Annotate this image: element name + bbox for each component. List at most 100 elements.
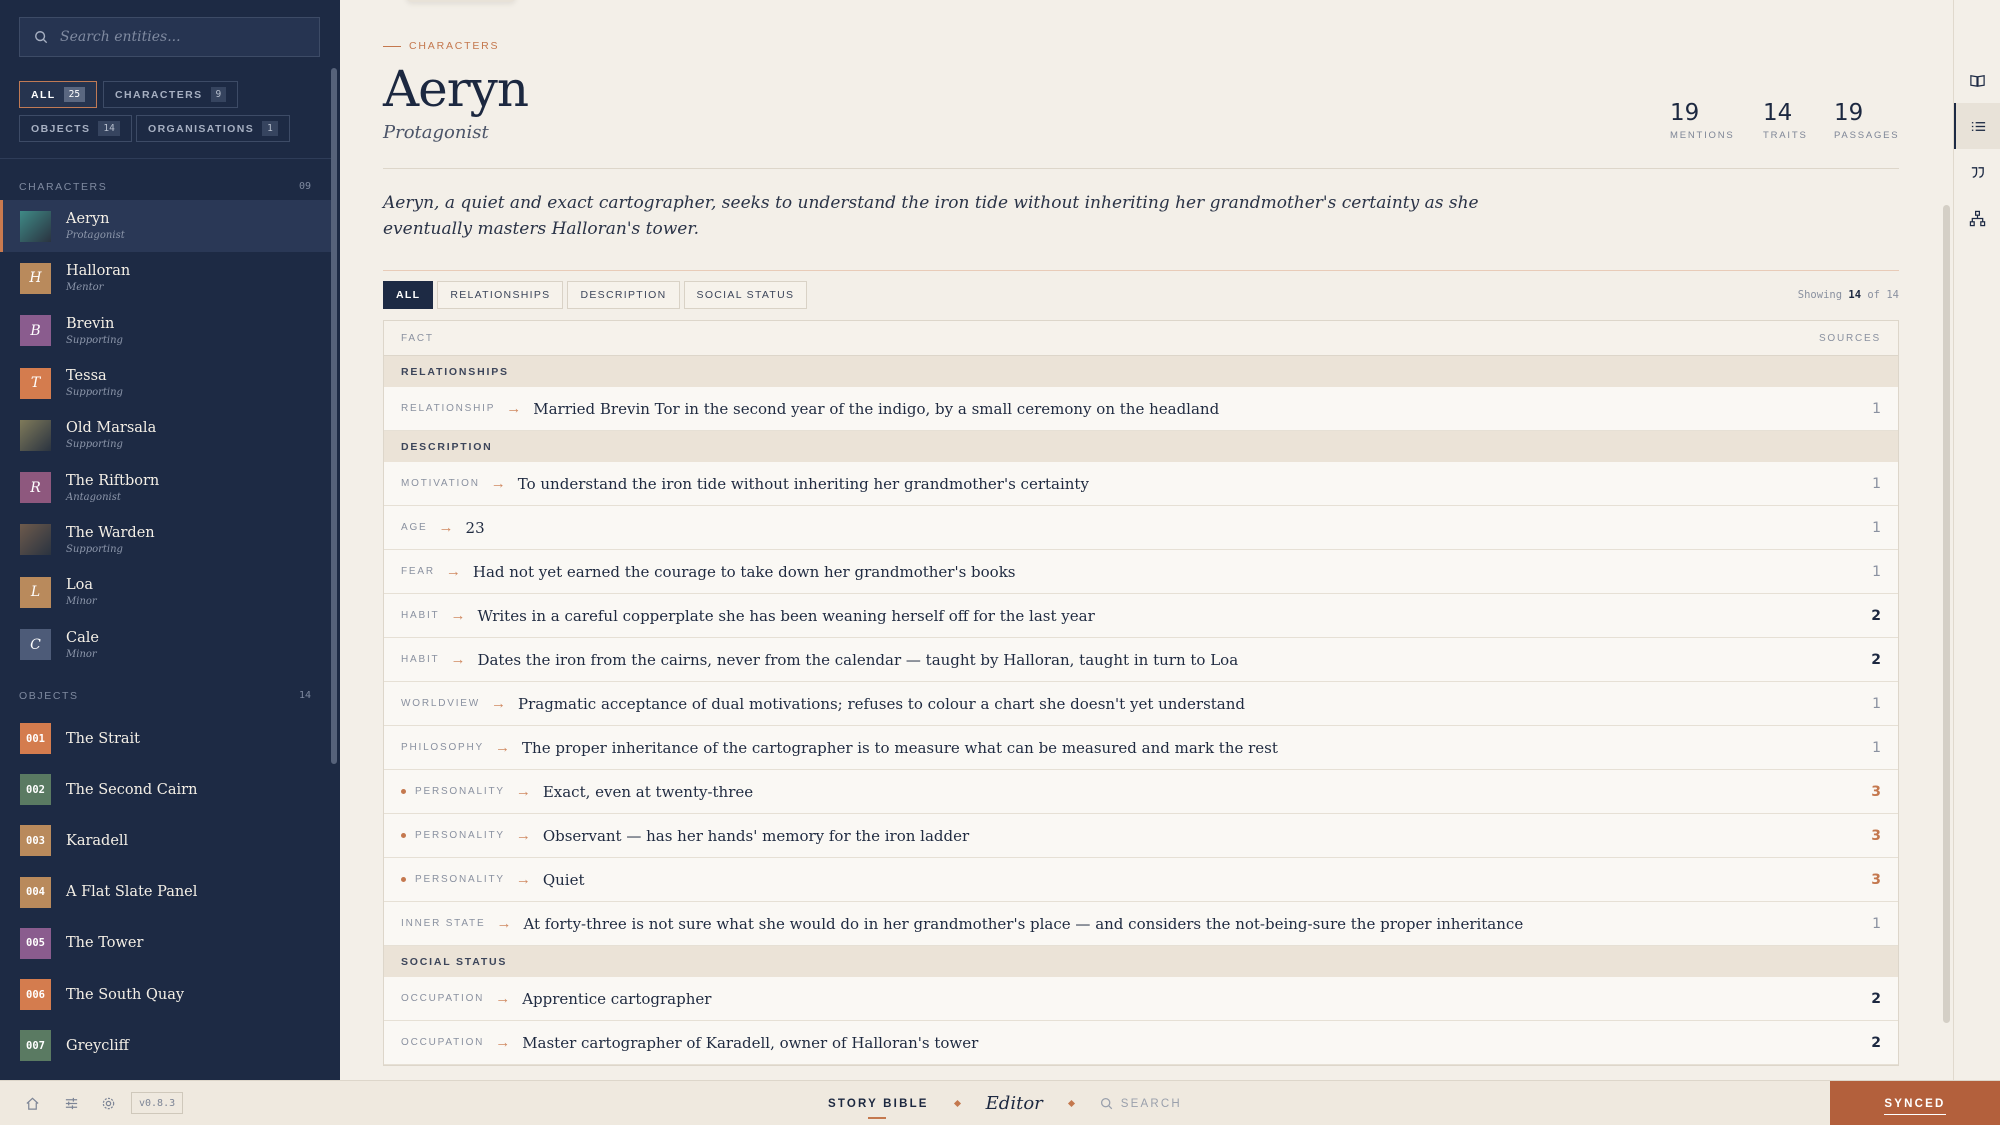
object-number-badge: 007 [20, 1030, 51, 1062]
character-role: Antagonist [66, 491, 121, 503]
editor-link[interactable]: Editor [986, 1093, 1043, 1114]
table-row[interactable]: OCCUPATION → Master cartographer of Karade… [384, 1021, 1898, 1065]
sidebar-character-item[interactable]: Old Marsala Supporting [0, 409, 331, 461]
fact-sources-count[interactable]: 2 [1871, 1035, 1881, 1051]
fact-sources-count[interactable]: 2 [1871, 652, 1881, 668]
object-list: 001 The Strait 002 The Second Cairn 003 Karad… [0, 713, 331, 1071]
table-group-header: RELATIONSHIPS [384, 356, 1898, 387]
sidebar-character-item[interactable]: H Halloran Mentor [0, 252, 331, 304]
sidebar-object-item[interactable]: 001 The Strait [0, 713, 331, 764]
table-row[interactable]: HABIT → Dates the iron from the cairns, ne… [384, 638, 1898, 682]
filter-all[interactable]: ALL 25 [19, 81, 98, 108]
rail-graph-button[interactable] [1954, 195, 2000, 241]
tab-description[interactable]: DESCRIPTION [567, 281, 680, 309]
table-body: RELATIONSHIPS RELATIONSHIP → Married Brevin… [384, 356, 1898, 1065]
sidebar-scrollbar[interactable] [331, 68, 337, 764]
tab-all[interactable]: ALL [383, 281, 434, 309]
avatar [20, 524, 51, 556]
sidebar-character-item[interactable]: Aeryn Protagonist [0, 200, 331, 253]
rail-list-button[interactable] [1954, 103, 2000, 149]
adjust-button[interactable] [62, 1094, 80, 1112]
main-scrollbar[interactable] [1943, 205, 1950, 1023]
fact-sources-count[interactable]: 2 [1871, 608, 1881, 624]
sidebar-character-item[interactable]: B Brevin Supporting [0, 305, 331, 357]
sidebar-object-item[interactable]: 006 The South Quay [0, 969, 331, 1020]
table-row[interactable]: WORLDVIEW → Pragmatic acceptance of dual m… [384, 682, 1898, 726]
sidebar-object-item[interactable]: 003 Karadell [0, 815, 331, 866]
object-number-badge: 006 [20, 979, 51, 1011]
stat-traits: 14 TRAITS [1763, 100, 1808, 141]
fact-sources-count[interactable]: 3 [1871, 872, 1881, 888]
fact-label: HABIT [401, 610, 440, 621]
rail-book-button[interactable] [1954, 57, 2000, 103]
facts-table: FACT SOURCES RELATIONSHIPS RELATIONSHIP → M… [383, 320, 1899, 1066]
showing-count: Showing 14 of 14 [1798, 289, 1899, 301]
fact-label: MOTIVATION [401, 478, 480, 489]
sidebar-character-item[interactable]: R The Riftborn Antagonist [0, 461, 331, 513]
sidebar-character-item[interactable]: C Cale Minor [0, 618, 331, 670]
sidebar-character-item[interactable]: The Warden Supporting [0, 514, 331, 566]
fact-sources-count[interactable]: 1 [1872, 916, 1881, 932]
entity-search-input[interactable] [60, 29, 310, 45]
table-row[interactable]: HABIT → Writes in a careful copperplate sh… [384, 594, 1898, 638]
filter-characters[interactable]: CHARACTERS 9 [103, 81, 239, 108]
filter-objects[interactable]: OBJECTS 14 [19, 115, 132, 142]
sidebar-object-item[interactable]: 007 Greycliff [0, 1020, 331, 1071]
table-row[interactable]: MOTIVATION → To understand the iron tide w… [384, 462, 1898, 506]
table-row[interactable]: FEAR → Had not yet earned the courage to t… [384, 550, 1898, 594]
character-text: Loa Minor [66, 577, 97, 607]
table-row[interactable]: PERSONALITY → Observant — has her hands' m… [384, 814, 1898, 858]
character-role: Protagonist [66, 230, 125, 242]
fact-sources-count[interactable]: 1 [1872, 740, 1881, 756]
entity-summary: Aeryn, a quiet and exact cartographer, s… [383, 193, 1479, 239]
rail-quote-button[interactable] [1954, 149, 2000, 195]
table-row[interactable]: INNER STATE → At forty-three is not sure w… [384, 902, 1898, 946]
fact-sources-count[interactable]: 3 [1871, 784, 1881, 800]
character-text: The Riftborn Antagonist [66, 473, 159, 503]
table-row[interactable]: AGE → 23 1 [384, 506, 1898, 550]
table-row[interactable]: OCCUPATION → Apprentice cartographer 2 [384, 977, 1898, 1021]
highlight-dot [401, 789, 406, 794]
column-fact[interactable]: FACT [401, 333, 434, 344]
sidebar-character-item[interactable]: L Loa Minor [0, 566, 331, 618]
story-bible-link[interactable]: STORY BIBLE [828, 1098, 929, 1119]
home-button[interactable] [23, 1094, 41, 1112]
sidebar-object-item[interactable]: 005 The Tower [0, 918, 331, 969]
global-search[interactable]: SEARCH [1100, 1097, 1182, 1110]
arrow-right-icon: → [490, 695, 506, 712]
fact-sources-count[interactable]: 1 [1872, 520, 1881, 536]
object-name: Greycliff [66, 1037, 129, 1054]
table-row[interactable]: PERSONALITY → Exact, even at twenty-three 3 [384, 770, 1898, 814]
sidebar-object-item[interactable]: 004 A Flat Slate Panel [0, 867, 331, 918]
sync-status-button[interactable]: SYNCED [1830, 1081, 2000, 1125]
fact-sources-count[interactable]: 1 [1872, 401, 1881, 417]
table-row[interactable]: RELATIONSHIP → Married Brevin Tor in the s… [384, 387, 1898, 431]
object-name: Karadell [66, 832, 129, 849]
fact-sources-count[interactable]: 2 [1871, 991, 1881, 1007]
filter-count: 14 [98, 121, 120, 136]
header-divider [383, 168, 1899, 169]
table-row[interactable]: PHILOSOPHY → The proper inheritance of the… [384, 726, 1898, 770]
fact-sources-count[interactable]: 1 [1872, 696, 1881, 712]
sidebar-object-item[interactable]: 002 The Second Cairn [0, 764, 331, 815]
arrow-right-icon: → [438, 519, 454, 536]
character-role: Mentor [66, 282, 104, 294]
breadcrumb[interactable]: CHARACTERS [383, 40, 499, 52]
character-text: Halloran Mentor [66, 263, 130, 293]
sidebar-character-item[interactable]: T Tessa Supporting [0, 357, 331, 409]
filter-organisations[interactable]: ORGANISATIONS 1 [136, 115, 290, 142]
bottom-bar: v0.8.3 STORY BIBLE Editor SEARCH SYNCED [0, 1080, 2000, 1125]
tab-social-status[interactable]: SOCIAL STATUS [683, 281, 808, 309]
character-name: Halloran [66, 263, 131, 280]
tab-relationships[interactable]: RELATIONSHIPS [437, 281, 564, 309]
fact-sources-count[interactable]: 1 [1872, 564, 1881, 580]
character-list: Aeryn Protagonist H Halloran Mentor B Brevin Su… [0, 200, 331, 671]
fact-sources-count[interactable]: 1 [1872, 476, 1881, 492]
fact-sources-count[interactable]: 3 [1871, 828, 1881, 844]
settings-button[interactable] [99, 1094, 117, 1112]
column-sources[interactable]: SOURCES [1819, 333, 1881, 344]
stat-label: MENTIONS [1670, 130, 1735, 141]
table-row[interactable]: PERSONALITY → Quiet 3 [384, 858, 1898, 902]
table-group-header: SOCIAL STATUS [384, 946, 1898, 977]
entity-search-box[interactable] [19, 17, 320, 57]
